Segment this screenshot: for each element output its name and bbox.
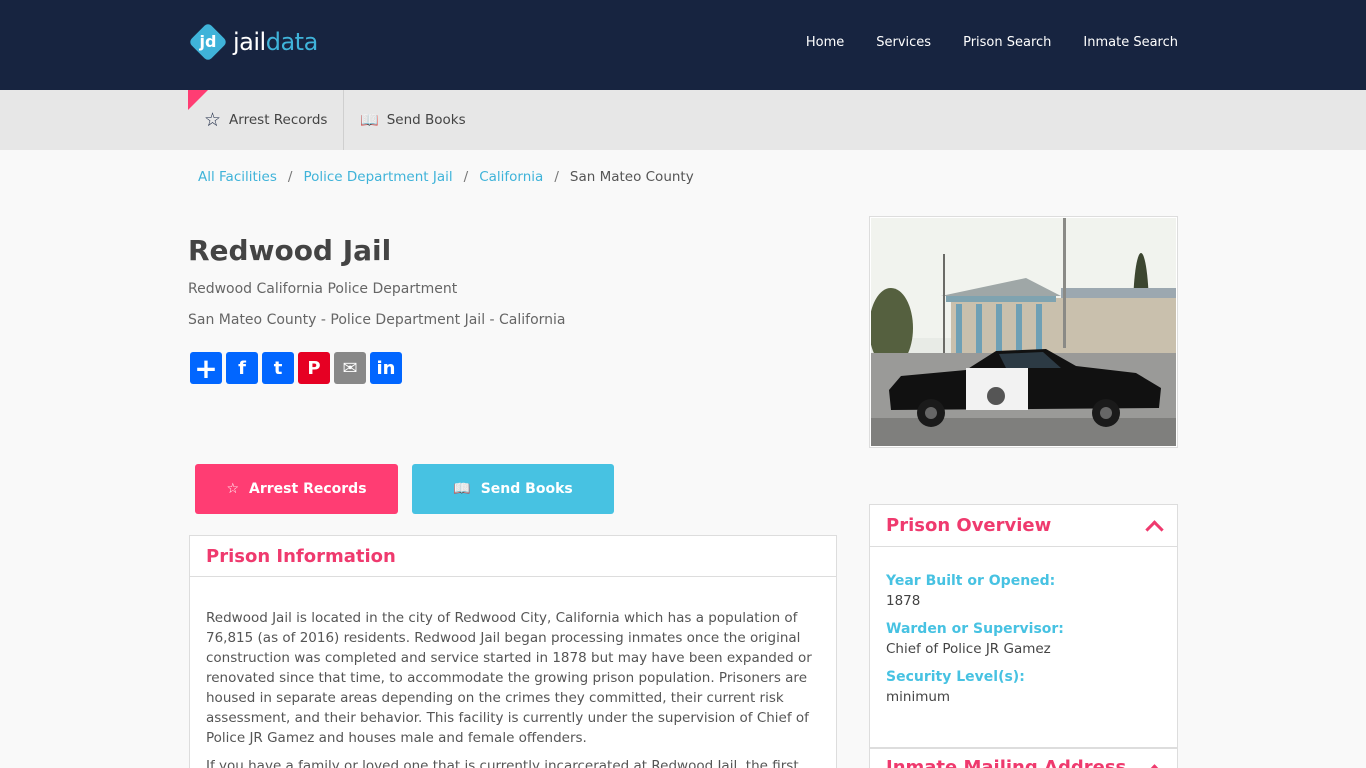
- arrest-records-button-label: Arrest Records: [249, 481, 367, 497]
- facebook-icon[interactable]: f: [226, 352, 258, 384]
- subnav-send-books[interactable]: 📖 Send Books: [360, 90, 466, 150]
- chevron-up-icon[interactable]: [1145, 764, 1164, 768]
- book-icon: 📖: [453, 481, 471, 497]
- warden-label: Warden or Supervisor:: [886, 621, 1064, 637]
- main-nav: Home Services Prison Search Inmate Searc…: [806, 35, 1178, 50]
- year-built-label: Year Built or Opened:: [886, 573, 1056, 589]
- prison-information-body: Redwood Jail is located in the city of R…: [190, 577, 836, 768]
- prison-overview-heading: Prison Overview: [886, 515, 1052, 536]
- nav-inmate-search[interactable]: Inmate Search: [1083, 35, 1178, 50]
- inmate-mailing-address-heading: Inmate Mailing Address: [886, 757, 1127, 768]
- subnav-arrest-records[interactable]: ☆ Arrest Records: [204, 90, 327, 150]
- breadcrumb-current: San Mateo County: [569, 169, 694, 185]
- subnav-arrest-records-label: Arrest Records: [229, 112, 328, 128]
- prison-overview-header[interactable]: Prison Overview: [870, 505, 1177, 547]
- chevron-up-icon[interactable]: [1145, 520, 1164, 539]
- prison-description: Redwood Jail is located in the city of R…: [206, 610, 812, 746]
- facility-photo: [869, 216, 1178, 448]
- breadcrumb-all-facilities[interactable]: All Facilities: [198, 169, 277, 185]
- breadcrumb-separator: /: [287, 169, 293, 185]
- linkedin-icon[interactable]: in: [370, 352, 402, 384]
- breadcrumb: All Facilities / Police Department Jail …: [198, 169, 694, 185]
- book-icon: 📖: [360, 111, 379, 129]
- prison-information-heading: Prison Information: [190, 536, 836, 577]
- page-subtitle: Redwood California Police Department: [188, 281, 458, 297]
- inmate-mailing-address-header[interactable]: Inmate Mailing Address: [870, 749, 1177, 768]
- logo-text: jaildata: [233, 28, 318, 56]
- subnav-divider: [343, 90, 344, 150]
- breadcrumb-separator: /: [554, 169, 559, 185]
- warden-value: Chief of Police JR Gamez: [886, 641, 1051, 657]
- prison-overview-panel: Prison Overview Year Built or Opened: 18…: [869, 504, 1178, 748]
- logo-icon: jd: [188, 22, 228, 62]
- star-icon: ☆: [204, 109, 222, 131]
- prison-overview-body: Year Built or Opened: 1878 Warden or Sup…: [870, 547, 1177, 705]
- subnav-send-books-label: Send Books: [386, 112, 466, 128]
- nav-prison-search[interactable]: Prison Search: [963, 35, 1051, 50]
- site-header: jd jaildata Home Services Prison Search …: [0, 0, 1366, 90]
- year-built-value: 1878: [886, 593, 921, 609]
- page-title: Redwood Jail: [188, 234, 392, 267]
- prison-information-panel: Prison Information Redwood Jail is locat…: [189, 535, 837, 768]
- send-books-button-label: Send Books: [480, 481, 573, 497]
- sub-nav: ☆ Arrest Records 📖 Send Books: [0, 90, 1366, 150]
- share-add-icon[interactable]: +: [190, 352, 222, 385]
- nav-home[interactable]: Home: [806, 35, 844, 50]
- prison-description-continued: If you have a family or loved one that i…: [206, 758, 799, 768]
- arrest-records-button[interactable]: ☆ Arrest Records: [195, 464, 398, 514]
- share-bar: + f t P ✉ in: [190, 352, 402, 385]
- breadcrumb-police-department-jail[interactable]: Police Department Jail: [303, 169, 452, 185]
- breadcrumb-separator: /: [463, 169, 469, 185]
- email-icon[interactable]: ✉: [334, 352, 366, 384]
- logo[interactable]: jd jaildata: [188, 22, 318, 62]
- pinterest-icon[interactable]: P: [298, 352, 330, 384]
- send-books-button[interactable]: 📖 Send Books: [412, 464, 614, 514]
- breadcrumb-california[interactable]: California: [479, 169, 543, 185]
- star-icon: ☆: [226, 481, 240, 497]
- security-level-value: minimum: [886, 689, 951, 705]
- nav-services[interactable]: Services: [876, 35, 931, 50]
- security-level-label: Security Level(s):: [886, 669, 1025, 685]
- inmate-mailing-address-panel: Inmate Mailing Address: [869, 748, 1178, 768]
- page-location: San Mateo County - Police Department Jai…: [188, 312, 566, 328]
- twitter-icon[interactable]: t: [262, 352, 294, 384]
